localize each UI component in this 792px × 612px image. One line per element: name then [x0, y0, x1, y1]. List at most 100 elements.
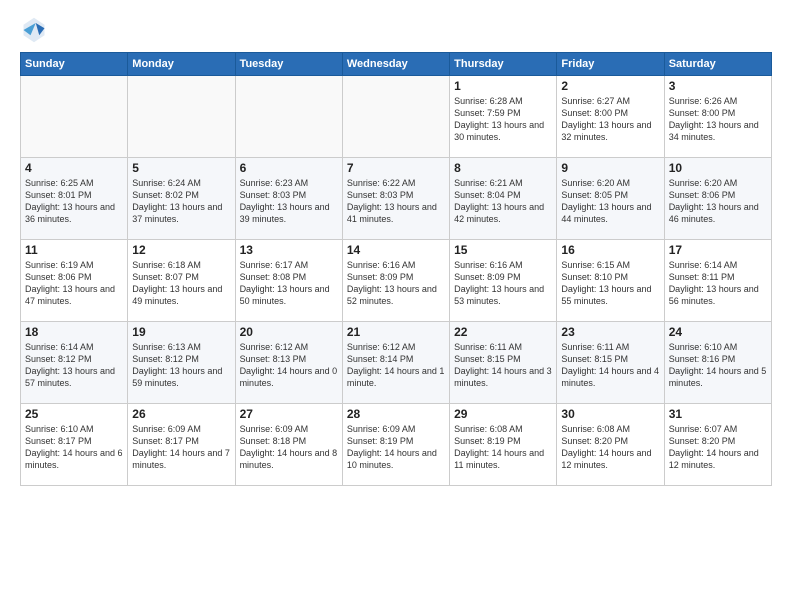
- cell-info: Sunrise: 6:12 AM Sunset: 8:14 PM Dayligh…: [347, 341, 445, 390]
- cell-info: Sunrise: 6:17 AM Sunset: 8:08 PM Dayligh…: [240, 259, 338, 308]
- weekday-sunday: Sunday: [21, 53, 128, 76]
- calendar-cell: 5 Sunrise: 6:24 AM Sunset: 8:02 PM Daylig…: [128, 158, 235, 240]
- day-number: 30: [561, 407, 659, 421]
- calendar-cell: 21 Sunrise: 6:12 AM Sunset: 8:14 PM Dayli…: [342, 322, 449, 404]
- day-number: 17: [669, 243, 767, 257]
- day-number: 2: [561, 79, 659, 93]
- calendar-cell: 3 Sunrise: 6:26 AM Sunset: 8:00 PM Daylig…: [664, 76, 771, 158]
- calendar-cell: 12 Sunrise: 6:18 AM Sunset: 8:07 PM Dayli…: [128, 240, 235, 322]
- day-number: 5: [132, 161, 230, 175]
- day-number: 3: [669, 79, 767, 93]
- day-number: 31: [669, 407, 767, 421]
- day-number: 19: [132, 325, 230, 339]
- cell-info: Sunrise: 6:20 AM Sunset: 8:06 PM Dayligh…: [669, 177, 767, 226]
- calendar-cell: 19 Sunrise: 6:13 AM Sunset: 8:12 PM Dayli…: [128, 322, 235, 404]
- cell-info: Sunrise: 6:24 AM Sunset: 8:02 PM Dayligh…: [132, 177, 230, 226]
- day-number: 22: [454, 325, 552, 339]
- cell-info: Sunrise: 6:10 AM Sunset: 8:17 PM Dayligh…: [25, 423, 123, 472]
- day-number: 29: [454, 407, 552, 421]
- day-number: 10: [669, 161, 767, 175]
- day-number: 9: [561, 161, 659, 175]
- cell-info: Sunrise: 6:13 AM Sunset: 8:12 PM Dayligh…: [132, 341, 230, 390]
- week-row-3: 11 Sunrise: 6:19 AM Sunset: 8:06 PM Dayli…: [21, 240, 772, 322]
- cell-info: Sunrise: 6:09 AM Sunset: 8:18 PM Dayligh…: [240, 423, 338, 472]
- cell-info: Sunrise: 6:11 AM Sunset: 8:15 PM Dayligh…: [561, 341, 659, 390]
- cell-info: Sunrise: 6:27 AM Sunset: 8:00 PM Dayligh…: [561, 95, 659, 144]
- day-number: 13: [240, 243, 338, 257]
- calendar-cell: 7 Sunrise: 6:22 AM Sunset: 8:03 PM Daylig…: [342, 158, 449, 240]
- cell-info: Sunrise: 6:21 AM Sunset: 8:04 PM Dayligh…: [454, 177, 552, 226]
- calendar-cell: 31 Sunrise: 6:07 AM Sunset: 8:20 PM Dayli…: [664, 404, 771, 486]
- cell-info: Sunrise: 6:14 AM Sunset: 8:11 PM Dayligh…: [669, 259, 767, 308]
- page: SundayMondayTuesdayWednesdayThursdayFrid…: [0, 0, 792, 612]
- cell-info: Sunrise: 6:18 AM Sunset: 8:07 PM Dayligh…: [132, 259, 230, 308]
- calendar-cell: 4 Sunrise: 6:25 AM Sunset: 8:01 PM Daylig…: [21, 158, 128, 240]
- calendar-cell: 2 Sunrise: 6:27 AM Sunset: 8:00 PM Daylig…: [557, 76, 664, 158]
- calendar-cell: 24Sunrise: 6:10 AM Sunset: 8:16 PM Dayli…: [664, 322, 771, 404]
- cell-info: Sunrise: 6:14 AM Sunset: 8:12 PM Dayligh…: [25, 341, 123, 390]
- cell-info: Sunrise: 6:22 AM Sunset: 8:03 PM Dayligh…: [347, 177, 445, 226]
- weekday-thursday: Thursday: [450, 53, 557, 76]
- day-number: 28: [347, 407, 445, 421]
- calendar-cell: 15Sunrise: 6:16 AM Sunset: 8:09 PM Dayli…: [450, 240, 557, 322]
- week-row-1: 1 Sunrise: 6:28 AM Sunset: 7:59 PM Daylig…: [21, 76, 772, 158]
- day-number: 23: [561, 325, 659, 339]
- calendar-cell: [342, 76, 449, 158]
- weekday-saturday: Saturday: [664, 53, 771, 76]
- calendar-cell: 23 Sunrise: 6:11 AM Sunset: 8:15 PM Dayli…: [557, 322, 664, 404]
- calendar-cell: [235, 76, 342, 158]
- calendar-cell: 30 Sunrise: 6:08 AM Sunset: 8:20 PM Dayli…: [557, 404, 664, 486]
- calendar-cell: [128, 76, 235, 158]
- calendar-cell: 10 Sunrise: 6:20 AM Sunset: 8:06 PM Dayli…: [664, 158, 771, 240]
- cell-info: Sunrise: 6:07 AM Sunset: 8:20 PM Dayligh…: [669, 423, 767, 472]
- day-number: 11: [25, 243, 123, 257]
- day-number: 1: [454, 79, 552, 93]
- calendar-cell: 22 Sunrise: 6:11 AM Sunset: 8:15 PM Dayli…: [450, 322, 557, 404]
- weekday-wednesday: Wednesday: [342, 53, 449, 76]
- calendar-cell: 18 Sunrise: 6:14 AM Sunset: 8:12 PM Dayli…: [21, 322, 128, 404]
- cell-info: Sunrise: 6:08 AM Sunset: 8:19 PM Dayligh…: [454, 423, 552, 472]
- week-row-2: 4 Sunrise: 6:25 AM Sunset: 8:01 PM Daylig…: [21, 158, 772, 240]
- day-number: 26: [132, 407, 230, 421]
- cell-info: Sunrise: 6:16 AM Sunset: 8:09 PM Dayligh…: [454, 259, 552, 308]
- weekday-header-row: SundayMondayTuesdayWednesdayThursdayFrid…: [21, 53, 772, 76]
- calendar-cell: 27 Sunrise: 6:09 AM Sunset: 8:18 PM Dayli…: [235, 404, 342, 486]
- day-number: 12: [132, 243, 230, 257]
- cell-info: Sunrise: 6:19 AM Sunset: 8:06 PM Dayligh…: [25, 259, 123, 308]
- calendar-cell: 25 Sunrise: 6:10 AM Sunset: 8:17 PM Dayli…: [21, 404, 128, 486]
- calendar-cell: 6 Sunrise: 6:23 AM Sunset: 8:03 PM Daylig…: [235, 158, 342, 240]
- cell-info: Sunrise: 6:08 AM Sunset: 8:20 PM Dayligh…: [561, 423, 659, 472]
- cell-info: Sunrise: 6:15 AM Sunset: 8:10 PM Dayligh…: [561, 259, 659, 308]
- cell-info: Sunrise: 6:20 AM Sunset: 8:05 PM Dayligh…: [561, 177, 659, 226]
- cell-info: Sunrise: 6:09 AM Sunset: 8:19 PM Dayligh…: [347, 423, 445, 472]
- calendar-cell: 29 Sunrise: 6:08 AM Sunset: 8:19 PM Dayli…: [450, 404, 557, 486]
- calendar-cell: 13 Sunrise: 6:17 AM Sunset: 8:08 PM Dayli…: [235, 240, 342, 322]
- day-number: 7: [347, 161, 445, 175]
- calendar-cell: 14Sunrise: 6:16 AM Sunset: 8:09 PM Dayli…: [342, 240, 449, 322]
- cell-info: Sunrise: 6:25 AM Sunset: 8:01 PM Dayligh…: [25, 177, 123, 226]
- week-row-5: 25 Sunrise: 6:10 AM Sunset: 8:17 PM Dayli…: [21, 404, 772, 486]
- cell-info: Sunrise: 6:28 AM Sunset: 7:59 PM Dayligh…: [454, 95, 552, 144]
- week-row-4: 18 Sunrise: 6:14 AM Sunset: 8:12 PM Dayli…: [21, 322, 772, 404]
- day-number: 8: [454, 161, 552, 175]
- weekday-monday: Monday: [128, 53, 235, 76]
- calendar-cell: 17 Sunrise: 6:14 AM Sunset: 8:11 PM Dayli…: [664, 240, 771, 322]
- day-number: 6: [240, 161, 338, 175]
- day-number: 4: [25, 161, 123, 175]
- header: [20, 16, 772, 44]
- calendar-cell: 26 Sunrise: 6:09 AM Sunset: 8:17 PM Dayli…: [128, 404, 235, 486]
- day-number: 21: [347, 325, 445, 339]
- day-number: 27: [240, 407, 338, 421]
- cell-info: Sunrise: 6:11 AM Sunset: 8:15 PM Dayligh…: [454, 341, 552, 390]
- cell-info: Sunrise: 6:23 AM Sunset: 8:03 PM Dayligh…: [240, 177, 338, 226]
- weekday-tuesday: Tuesday: [235, 53, 342, 76]
- cell-info: Sunrise: 6:16 AM Sunset: 8:09 PM Dayligh…: [347, 259, 445, 308]
- calendar-cell: 11 Sunrise: 6:19 AM Sunset: 8:06 PM Dayli…: [21, 240, 128, 322]
- calendar-cell: 28 Sunrise: 6:09 AM Sunset: 8:19 PM Dayli…: [342, 404, 449, 486]
- cell-info: Sunrise: 6:26 AM Sunset: 8:00 PM Dayligh…: [669, 95, 767, 144]
- day-number: 25: [25, 407, 123, 421]
- cell-info: Sunrise: 6:09 AM Sunset: 8:17 PM Dayligh…: [132, 423, 230, 472]
- calendar-cell: 1 Sunrise: 6:28 AM Sunset: 7:59 PM Daylig…: [450, 76, 557, 158]
- day-number: 18: [25, 325, 123, 339]
- day-number: 24: [669, 325, 767, 339]
